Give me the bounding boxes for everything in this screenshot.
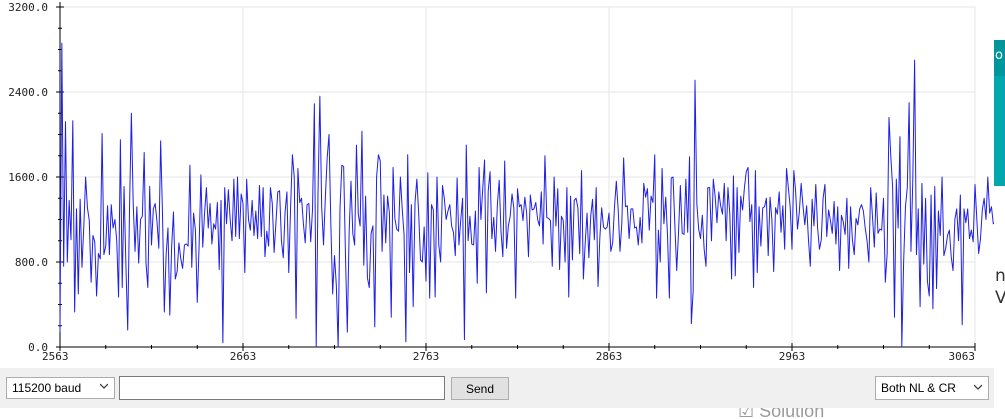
send-button[interactable]: Send <box>451 377 509 400</box>
baud-rate-value: 115200 baud <box>12 381 82 395</box>
background-solution-label: ☑ Solution <box>738 408 824 419</box>
chevron-down-icon <box>974 384 982 390</box>
series-line-0 <box>59 42 994 348</box>
line-ending-value: Both NL & CR <box>881 381 956 395</box>
background-glyph-3: V <box>995 288 1005 308</box>
background-accent-block: o <box>994 40 1005 76</box>
background-window-edge: o n V <box>994 0 1005 419</box>
x-tick-label-2: 2763 <box>413 350 440 363</box>
x-tick-label-4: 2963 <box>779 350 806 363</box>
serial-plot: 0.0800.01600.02400.03200.02563 2663 2763 28… <box>8 1 994 363</box>
x-tick-label-3: 2863 <box>596 350 623 363</box>
baud-rate-select[interactable]: 115200 baud <box>6 377 115 399</box>
background-accent-block-2 <box>994 76 1005 186</box>
background-glyph-1: o <box>995 48 1003 63</box>
background-glyph-2: n <box>995 266 1005 286</box>
background-solution-text: Solution <box>759 408 825 419</box>
x-tick-label-0: 2563 <box>42 350 69 363</box>
background-window-below: ☑ Solution <box>0 408 1005 419</box>
serial-input[interactable] <box>119 376 445 400</box>
y-tick-label-4: 3200.0 <box>8 1 48 14</box>
plot-area: 0.0 800.0 1600.0 2400.0 3200.0 2563 2663 2763 28… <box>0 0 994 368</box>
y-tick-label-1: 800.0 <box>15 256 48 269</box>
chevron-down-icon <box>100 383 108 389</box>
checkbox-icon: ☑ <box>738 408 755 419</box>
x-tick-label-5: 3063 <box>949 350 976 363</box>
y-tick-label-3: 2400.0 <box>8 86 48 99</box>
y-tick-label-2: 1600.0 <box>8 171 48 184</box>
x-tick-label-1: 2663 <box>230 350 257 363</box>
line-ending-select[interactable]: Both NL & CR <box>875 376 989 400</box>
